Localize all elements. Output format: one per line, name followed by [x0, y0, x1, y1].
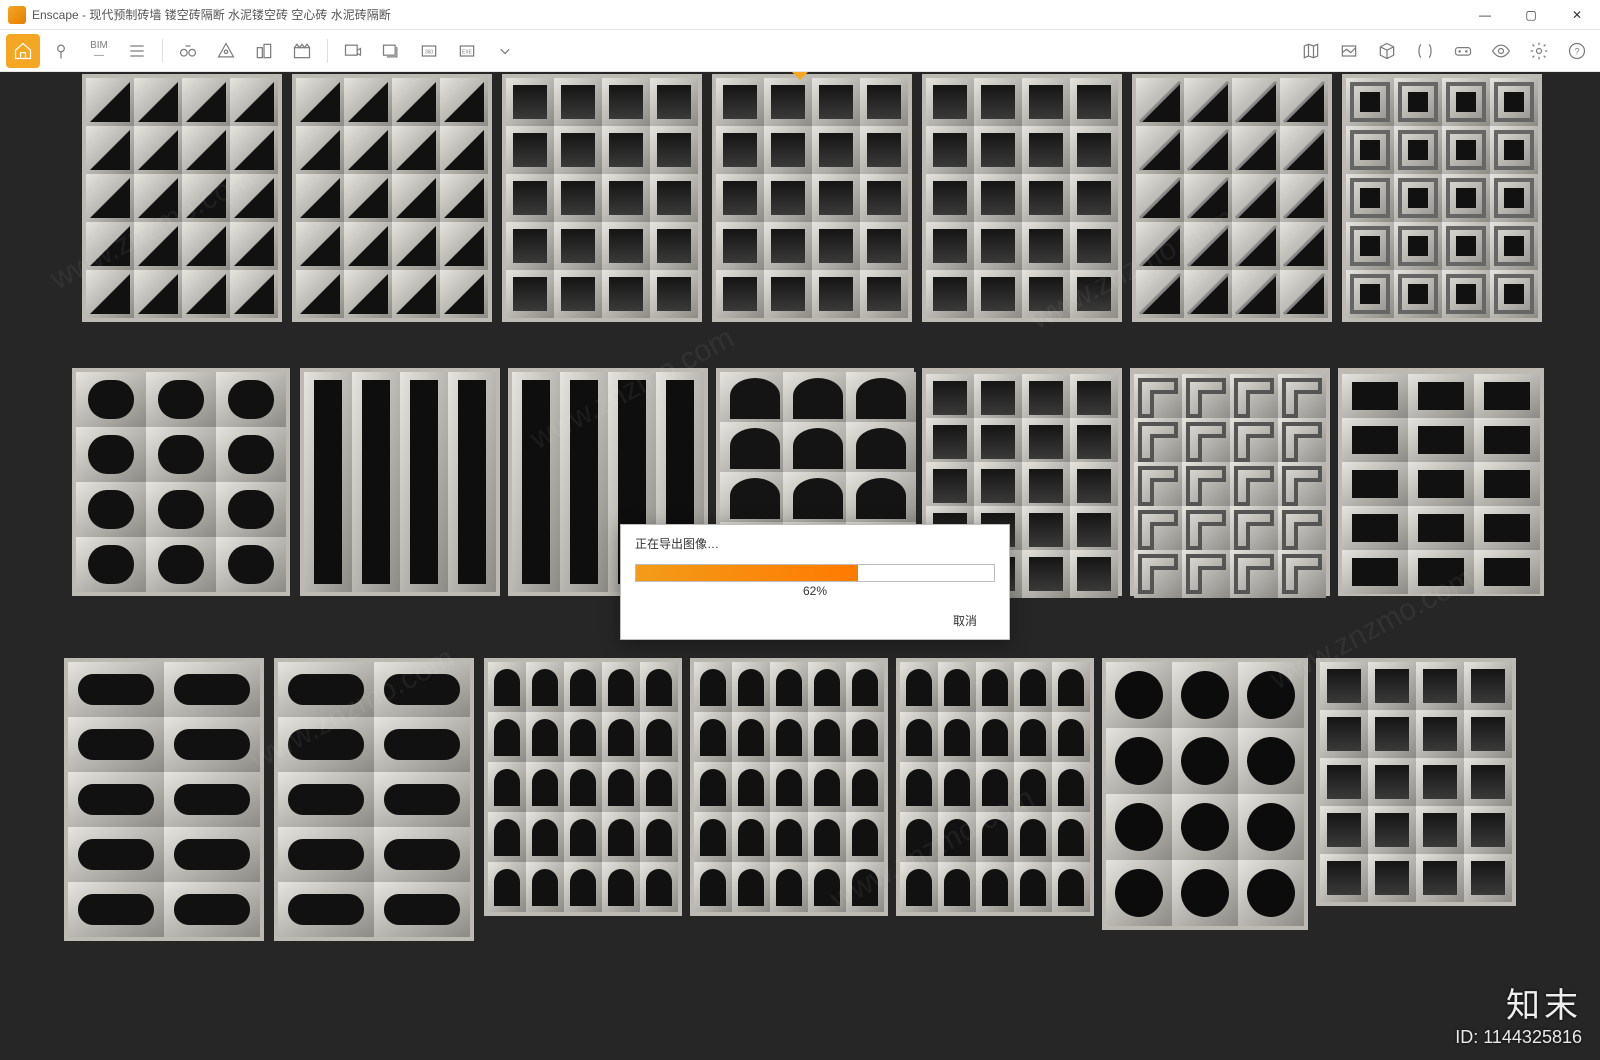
site-icon[interactable] — [1332, 34, 1366, 68]
clapper-icon[interactable] — [285, 34, 319, 68]
watermark-brand: 知末 — [1455, 978, 1582, 1027]
window-title: Enscape - 现代预制砖墙 镂空砖隔断 水泥镂空砖 空心砖 水泥砖隔断 — [32, 6, 391, 23]
buildings-icon[interactable] — [247, 34, 281, 68]
map-icon[interactable] — [1294, 34, 1328, 68]
progress-percent: 62% — [621, 584, 1009, 598]
window-titlebar: Enscape - 现代预制砖墙 镂空砖隔断 水泥镂空砖 空心砖 水泥砖隔断 —… — [0, 0, 1600, 30]
compare-icon[interactable] — [1408, 34, 1442, 68]
window-minimize-button[interactable]: — — [1462, 0, 1508, 30]
toolbar-separator — [327, 39, 328, 63]
cube-icon[interactable] — [1370, 34, 1404, 68]
eye-icon[interactable] — [1484, 34, 1518, 68]
vr-icon[interactable] — [1446, 34, 1480, 68]
menu-icon[interactable] — [120, 34, 154, 68]
binoculars-icon[interactable] — [171, 34, 205, 68]
bim-toggle[interactable]: BIM— — [82, 34, 116, 68]
exe-export-icon[interactable]: EXE — [450, 34, 484, 68]
sun-icon[interactable] — [209, 34, 243, 68]
export-progress-dialog: 正在导出图像… 62% 取消 — [620, 524, 1010, 640]
watermark-id: ID: 1144325816 — [1455, 1027, 1582, 1048]
toolbar-notch-icon — [792, 72, 808, 80]
toolbar-separator — [162, 39, 163, 63]
svg-text:?: ? — [1574, 46, 1579, 56]
pin-icon[interactable] — [44, 34, 78, 68]
app-logo-icon — [8, 6, 26, 24]
watermark: 知末 ID: 1144325816 — [1455, 978, 1582, 1048]
pano-360-icon[interactable]: 360 — [412, 34, 446, 68]
chevron-down-icon[interactable] — [488, 34, 522, 68]
batch-export-icon[interactable] — [374, 34, 408, 68]
cancel-button[interactable]: 取消 — [935, 612, 995, 629]
main-toolbar: BIM— 360 EXE ? — [0, 30, 1600, 72]
render-viewport[interactable]: www.znzmo.com www.znzmo.com www.znzmo.co… — [0, 72, 1600, 1060]
export-image-icon[interactable] — [336, 34, 370, 68]
gear-icon[interactable] — [1522, 34, 1556, 68]
svg-text:EXE: EXE — [462, 49, 473, 55]
window-close-button[interactable]: ✕ — [1554, 0, 1600, 30]
home-icon[interactable] — [6, 34, 40, 68]
svg-text:360: 360 — [425, 49, 434, 55]
window-maximize-button[interactable]: ▢ — [1508, 0, 1554, 30]
help-icon[interactable]: ? — [1560, 34, 1594, 68]
progress-bar-fill — [636, 565, 858, 581]
dialog-title: 正在导出图像… — [621, 525, 1009, 558]
bim-label: BIM — [90, 40, 108, 51]
progress-bar — [635, 564, 995, 582]
